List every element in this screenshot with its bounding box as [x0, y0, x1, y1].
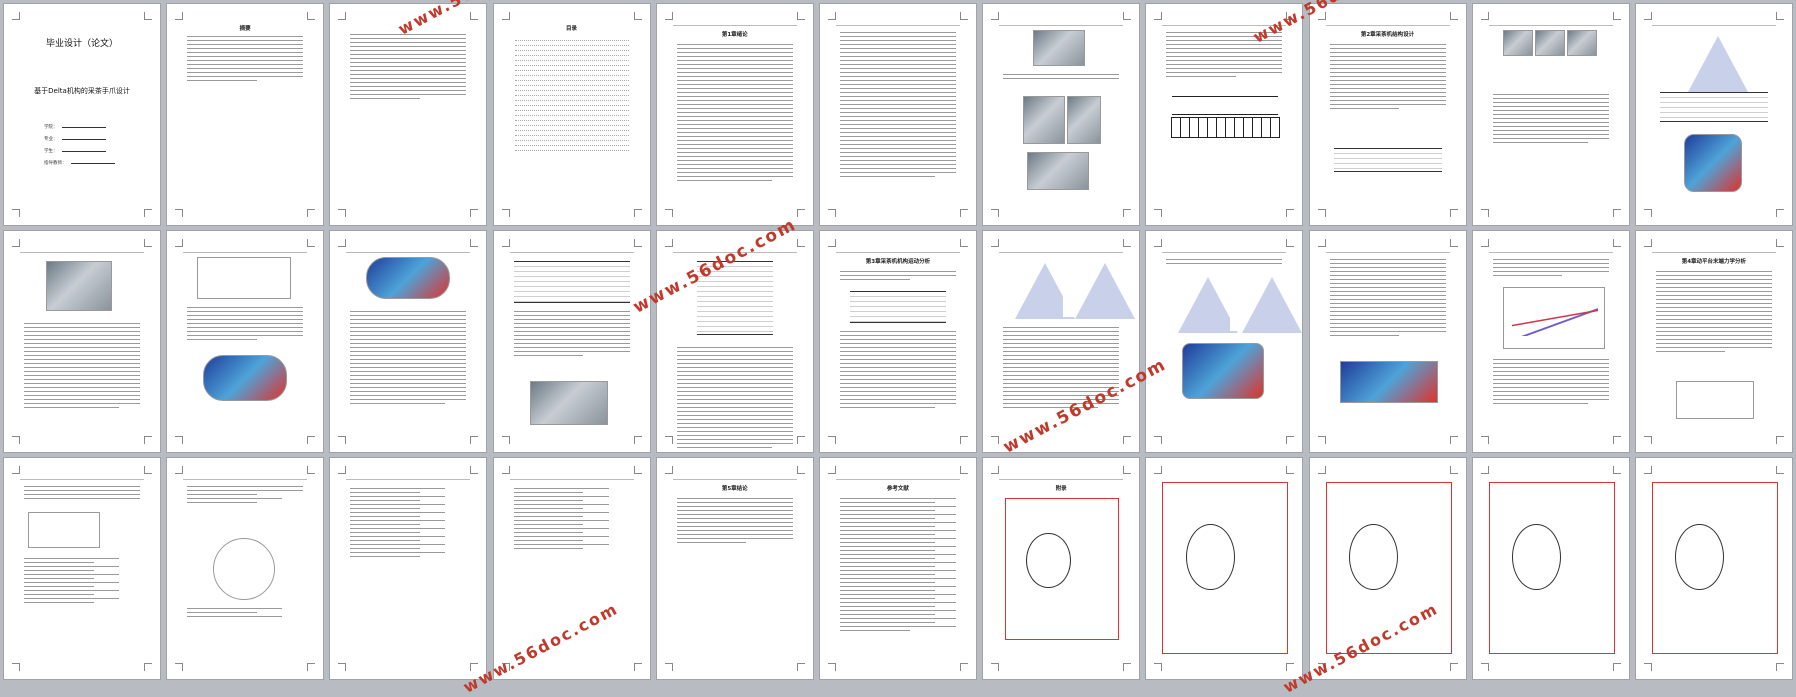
page-chapter3-kinematics[interactable]: [983, 231, 1140, 452]
figure-workspace-simulation: [1339, 361, 1438, 403]
abstract-english-text: [350, 34, 467, 145]
page-chapter2-machine[interactable]: [4, 231, 160, 452]
figure-structure-flowchart: [1166, 96, 1285, 144]
figure-delta-model-3d: [1182, 343, 1265, 399]
chapter2-heading: 第2章采茶机结构设计: [1360, 32, 1415, 38]
page-chapter3-workspace[interactable]: [1309, 231, 1466, 452]
toc-list: [512, 38, 632, 153]
figure-machine-photo: [46, 261, 112, 311]
drawing-base-plate: [1162, 482, 1289, 654]
page-references[interactable]: 参考文献: [819, 458, 976, 679]
cover-field-student: 学生：: [44, 148, 106, 154]
page-drawing-shaft[interactable]: [1635, 458, 1792, 679]
page-chapter2-selection[interactable]: [656, 231, 813, 452]
page-drawing-platform[interactable]: [1309, 458, 1466, 679]
figure-link-model: [197, 257, 292, 299]
selection-table: [696, 261, 773, 335]
references-heading: 参考文献: [886, 486, 909, 492]
figure-parallel-robot: [1023, 96, 1066, 144]
chapter4-heading: 第4章动平台末端力学分析: [1681, 259, 1747, 265]
page-chapter3-figures[interactable]: [1146, 231, 1303, 452]
drawing-shaft: [1651, 482, 1778, 654]
cover-field-college: 学院：: [44, 124, 106, 130]
figure-deformation-result: [366, 257, 451, 299]
page-chapter2-fea1[interactable]: [167, 231, 324, 452]
page-chapter3-chart[interactable]: [1472, 231, 1629, 452]
page-chapter4-intro[interactable]: 第4章动平台末端力学分析: [1635, 231, 1792, 452]
drawing-assembly: [1005, 498, 1120, 640]
abstract-heading: 摘要: [239, 26, 251, 32]
figure-platform-model: [1683, 134, 1742, 192]
page-chapter2-fea2[interactable]: [330, 231, 487, 452]
figure-motor-photo: [529, 381, 608, 425]
chapter5-heading: 第5章结论: [721, 486, 748, 492]
page-abstract[interactable]: 摘要: [167, 4, 324, 225]
cover-field-major: 专业：: [44, 136, 106, 142]
page-cover[interactable]: 毕业设计（论文） 基于Delta机构的采茶手爪设计 学院： 专业： 学生： 指导…: [4, 4, 160, 225]
chapter3-heading: 第3章采茶机机构运动分析: [865, 259, 931, 265]
drawing-connecting-link: [1488, 482, 1615, 654]
figure-delta-frame: [1671, 30, 1752, 92]
figure-force-diagram: [1675, 381, 1754, 419]
figure-picking-robot: [1067, 96, 1102, 144]
cover-field-advisor: 指导教师：: [44, 160, 115, 166]
page-drawing-base[interactable]: [1146, 458, 1303, 679]
page-chapter5-conclusion[interactable]: 第5章结论: [656, 458, 813, 679]
figure-robot-photo: [1033, 30, 1086, 66]
page-chapter3-intro[interactable]: 第3章采茶机机构运动分析: [819, 231, 976, 452]
chapter1-heading: 第1章绪论: [721, 32, 748, 38]
page-chapter2-models[interactable]: [1635, 4, 1792, 225]
figure-kinematic-diagram: [1003, 257, 1076, 319]
page-chapter1-text[interactable]: [819, 4, 976, 225]
page-toc[interactable]: 目录: [493, 4, 650, 225]
page-appendix[interactable]: 附录: [983, 458, 1140, 679]
cover-title: 毕业设计（论文）: [45, 39, 118, 49]
drawing-moving-platform: [1325, 482, 1452, 654]
design-table: [1333, 148, 1442, 172]
page-chapter4-equations1[interactable]: [167, 458, 324, 679]
cover-subtitle: 基于Delta机构的采茶手爪设计: [34, 87, 130, 95]
figure-delta-robot: [1027, 152, 1090, 190]
document-page-grid: 毕业设计（论文） 基于Delta机构的采茶手爪设计 学院： 专业： 学生： 指导…: [4, 4, 1792, 679]
references-list: [839, 498, 956, 655]
chapter1-continued-text: [839, 32, 956, 201]
page-chapter2-design[interactable]: 第2章采茶机结构设计: [1309, 4, 1466, 225]
chapter1-text: [676, 44, 793, 201]
figure-velocity-curve: [1502, 287, 1605, 349]
equation-block: [350, 488, 466, 655]
toc-heading: 目录: [566, 26, 578, 32]
figure-coordinate-diagram: [1063, 257, 1136, 319]
page-drawing-link[interactable]: [1472, 458, 1629, 679]
parameter-table: [513, 261, 630, 303]
abstract-text: [187, 36, 304, 115]
page-chapter1-intro[interactable]: 第1章绪论: [656, 4, 813, 225]
appendix-heading: 附录: [1055, 486, 1067, 492]
page-chapter1-figures[interactable]: [983, 4, 1140, 225]
figure-stress-result: [203, 355, 288, 401]
page-abstract-english[interactable]: [330, 4, 487, 225]
page-chapter2-photos[interactable]: [1472, 4, 1629, 225]
dh-table: [849, 291, 946, 323]
page-chapter4-equations2[interactable]: [330, 458, 487, 679]
page-chapter4-forces[interactable]: [4, 458, 160, 679]
page-chapter2-tables[interactable]: [493, 231, 650, 452]
page-chapter1-structure[interactable]: [1146, 4, 1303, 225]
figure-force-analysis: [28, 512, 100, 548]
figure-circle-diagram: [213, 538, 276, 600]
page-chapter4-equations3[interactable]: [493, 458, 650, 679]
